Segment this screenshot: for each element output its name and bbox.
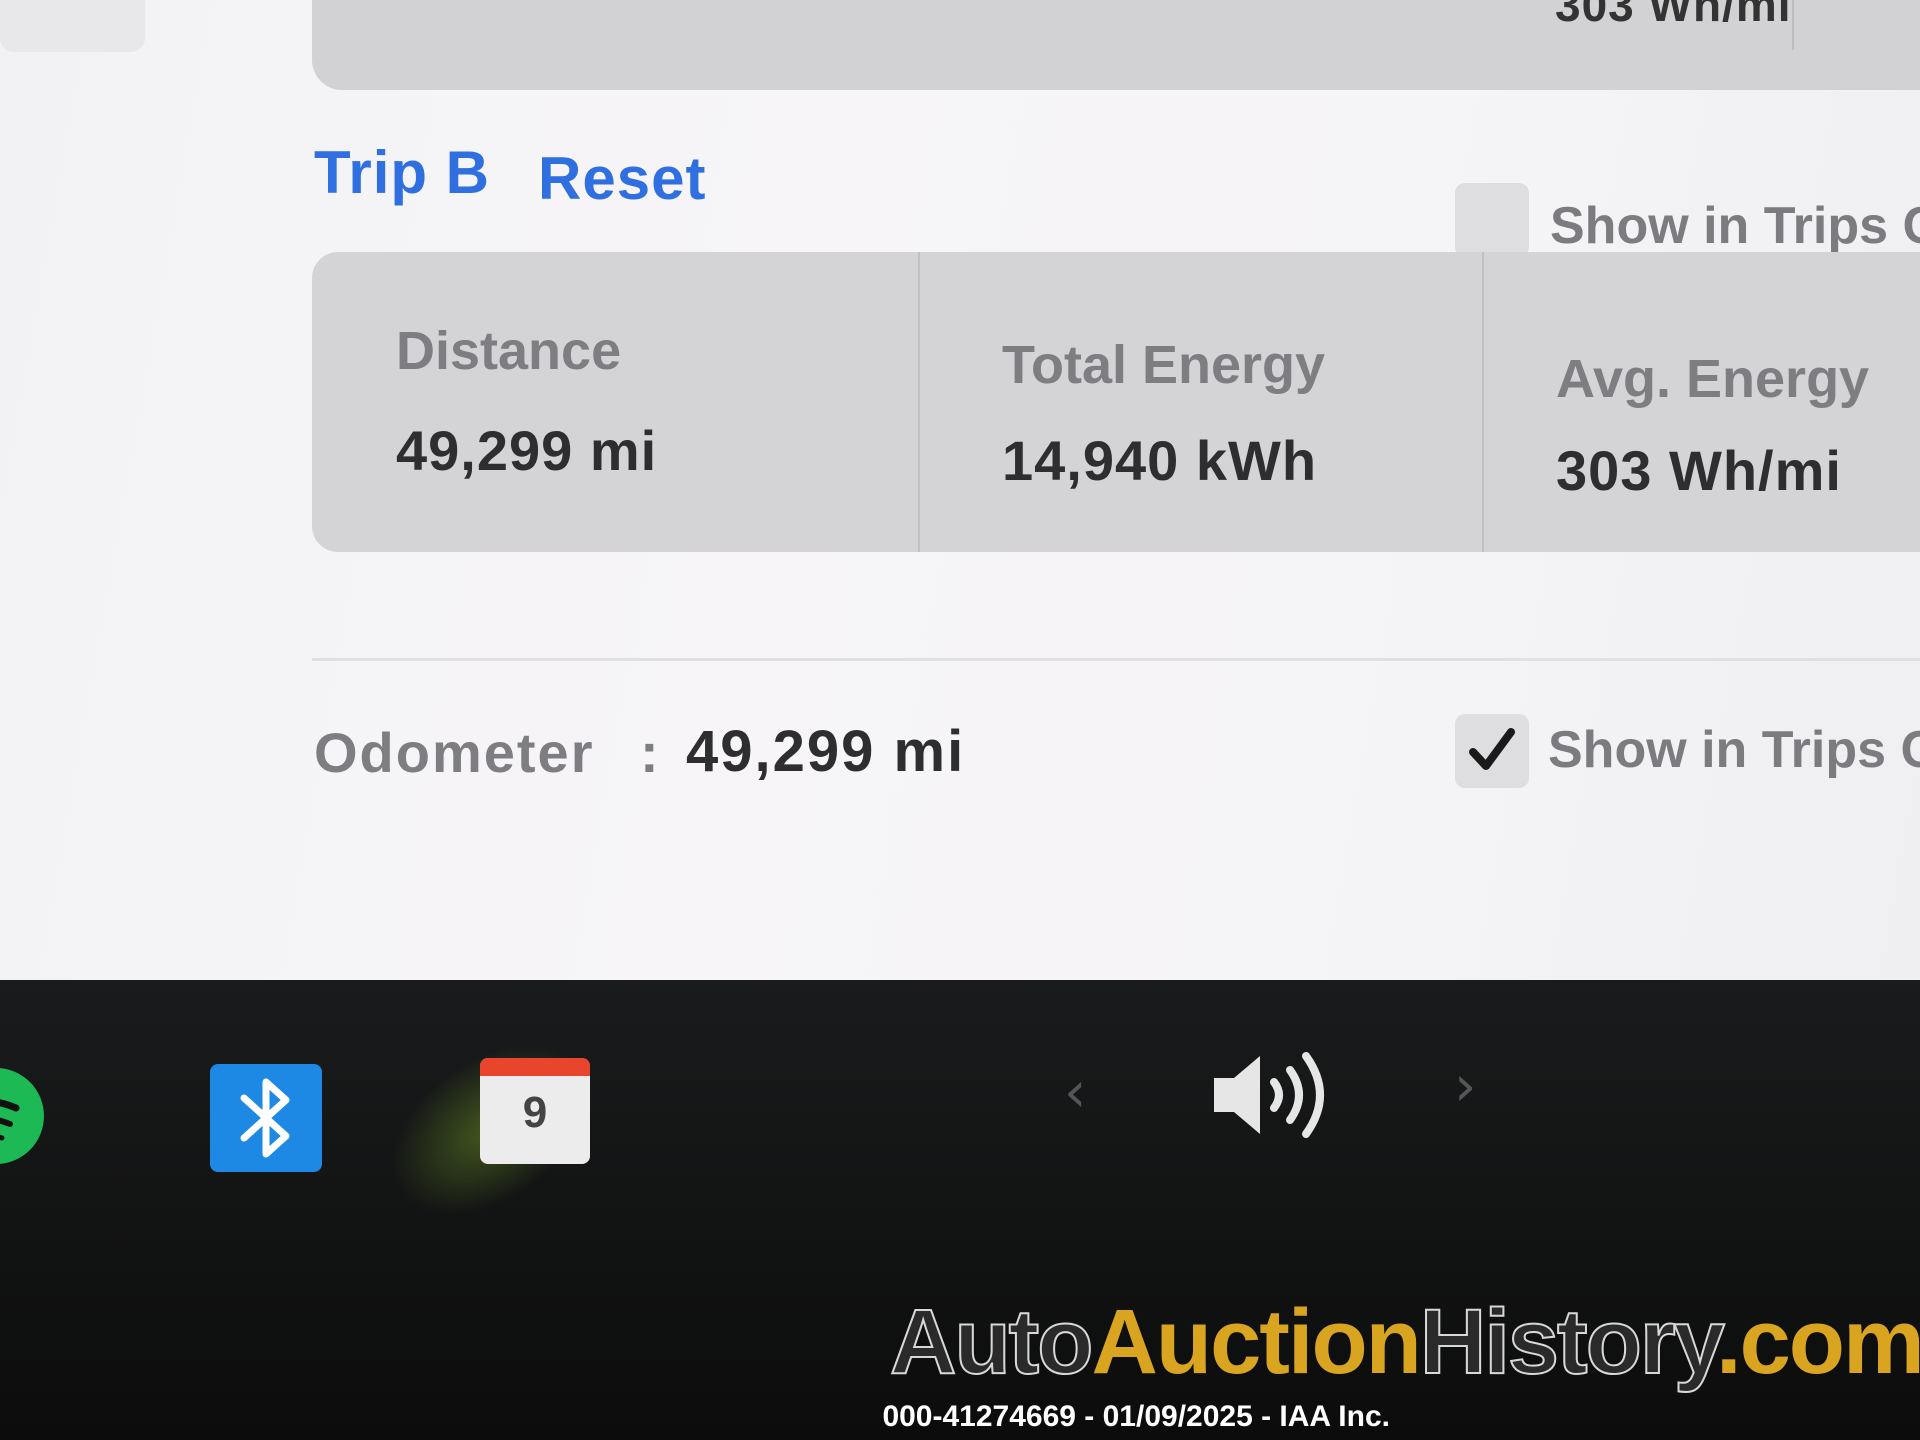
total-energy-label: Total Energy [1002,335,1326,395]
odometer-show-in-trips-label: Show in Trips Ca [1548,721,1920,779]
odometer-label: Odometer [314,721,595,784]
odometer-show-in-trips-checkbox[interactable] [1455,714,1529,788]
divider [1482,252,1484,552]
previous-avg-energy-value: 303 Wh/mi [1555,0,1792,31]
bluetooth-icon[interactable] [210,1064,322,1172]
trip-stats-card: Distance 49,299 mi Total Energy 14,940 k… [312,252,1920,552]
checkmark-icon [1469,728,1515,770]
volume-icon[interactable] [1210,1040,1340,1150]
odometer-separator: : [640,721,659,784]
chevron-left-icon[interactable]: ‹ [1064,1060,1086,1125]
screen: 303 Wh/mi Trip B Reset Show in Trips Ca … [0,0,1920,1440]
chevron-right-icon[interactable]: › [1454,1054,1476,1119]
calendar-icon[interactable]: 9 [480,1058,590,1164]
total-energy-value: 14,940 kWh [1002,429,1318,492]
trip-show-in-trips-checkbox[interactable] [1455,183,1529,257]
corner-tab[interactable] [0,0,145,52]
watermark-part: Auction [1091,1291,1421,1393]
bluetooth-symbol-icon [240,1078,290,1158]
calendar-day: 9 [522,1088,548,1137]
odometer-value: 49,299 mi [686,719,966,784]
watermark-logo: AutoAuctionHistory.com [889,1290,1920,1395]
divider [1792,0,1794,50]
avg-energy-value: 303 Wh/mi [1556,439,1842,502]
calendar-header [480,1058,590,1076]
watermark-part: .com [1716,1291,1920,1393]
watermark-part: History [1419,1290,1719,1394]
reset-button[interactable]: Reset [538,144,706,213]
trip-title: Trip B [314,139,491,206]
avg-energy-label: Avg. Energy [1556,349,1870,409]
trips-panel: 303 Wh/mi Trip B Reset Show in Trips Ca … [0,0,1920,980]
trip-show-in-trips-label: Show in Trips Ca [1550,197,1920,255]
spotify-icon[interactable] [0,1068,44,1164]
distance-label: Distance [396,321,622,381]
spotify-waves-icon [0,1099,20,1141]
divider [918,252,920,552]
section-divider [312,658,1920,661]
distance-value: 49,299 mi [396,419,658,482]
image-caption: 000-41274669 - 01/09/2025 - IAA Inc. [882,1400,1390,1433]
watermark-part: Auto [889,1290,1094,1394]
